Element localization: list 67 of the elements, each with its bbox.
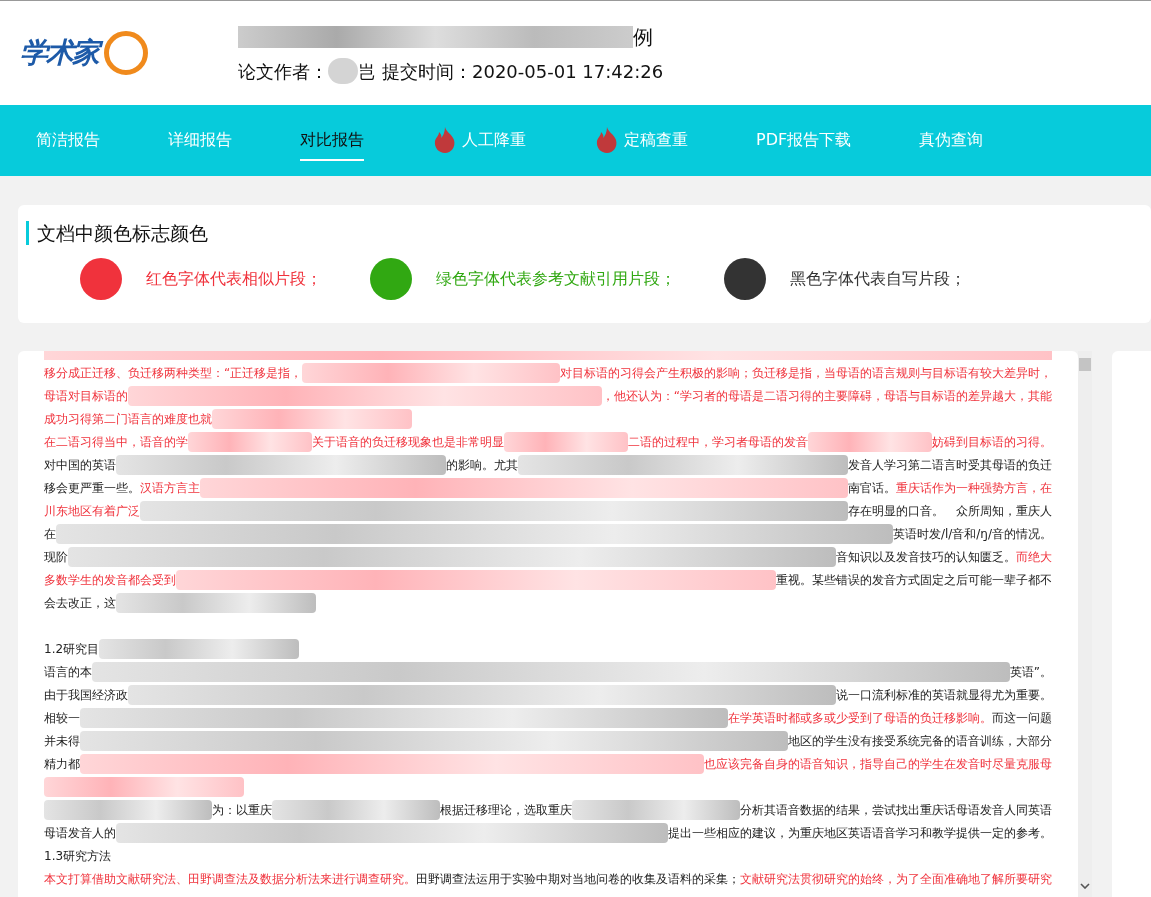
document-text: 分析其语音数据的结果，尝试找出重庆话母语发音人同英语 [740, 801, 1052, 819]
blurred-redaction [328, 58, 358, 84]
document-text: 而绝大 [1016, 548, 1052, 566]
nav-tab[interactable]: 对比报告 [300, 120, 364, 161]
legend-text: 绿色字体代表参考文献引用片段； [436, 267, 676, 290]
document-text: 移分成正迁移、负迁移两种类型：“正迁移是指， [44, 364, 303, 382]
document-text: 南官话。 [848, 479, 896, 497]
document-text: 移会更严重一些。 [44, 479, 140, 497]
legend-text: 黑色字体代表自写片段； [790, 267, 966, 290]
document-text: 并未得 [44, 732, 80, 750]
legend-title: 文档中颜色标志颜色 [37, 221, 208, 246]
document-text: 存在明显的口音。 众所周知，重庆人 [848, 502, 1052, 520]
scroll-down-icon[interactable] [1080, 883, 1090, 889]
document-text: 现阶 [44, 548, 68, 566]
author-name: 岂 [358, 59, 376, 84]
document-text: 田野调查法运用于实验中期对当地问卷的收集及语料的采集； [416, 870, 740, 888]
document-text: 发音人学习第二语言时受其母语的负迁 [848, 456, 1052, 474]
document-text: 妨碍到目标语的习得。 [932, 433, 1052, 451]
document-text: 地区的学生没有接受系统完备的语音训练，大部分 [788, 732, 1052, 750]
nav-tab[interactable]: 真伪查询 [919, 120, 984, 161]
document-text: 对中国的英语 [44, 456, 116, 474]
document-text: 母语发音人的 [44, 824, 116, 842]
document-text: 重视。某些错误的发音方式固定之后可能一辈子都不 [776, 571, 1052, 589]
document-text: 为：以重庆 [212, 801, 272, 819]
document-text: 1.2研究目 [44, 640, 100, 658]
document-text: 母语对目标语的 [44, 387, 128, 405]
document-text: 在二语习得当中，语音的学 [44, 433, 188, 451]
nav-tab[interactable]: PDF报告下载 [756, 120, 852, 161]
document-text: 汉语方言主 [140, 479, 200, 497]
document-text: 也应该完备自身的语音知识，指导自己的学生在发音时尽量克服母 [704, 755, 1052, 773]
document-text: 英语时发/l/音和/ŋ/音的情况。 [892, 525, 1052, 543]
document-text: 提出一些相应的建议，为重庆地区英语语音学习和教学提供一定的参考。 [668, 824, 1052, 842]
scroll-thumb[interactable] [1079, 357, 1091, 371]
scrollbar[interactable] [1078, 351, 1092, 897]
document-text: 本文打算借助文献研究法、田野调查法及数据分析法来进行调查研究。 [44, 870, 416, 888]
logo[interactable]: 学术家 [20, 23, 150, 83]
document-text: 川东地区有着广泛 [44, 502, 140, 520]
document-text: 精力都 [44, 755, 80, 773]
nav-tab[interactable]: 定稿查重 [594, 120, 688, 161]
document-text: 根据迁移理论，选取重庆 [440, 801, 572, 819]
document-text: 音知识以及发音技巧的认知匮乏。 [836, 548, 1016, 566]
document-text: 在学英语时都或多或少受到了母语的负迁移影响。 [728, 709, 992, 727]
document-text: 的影响。尤其 [446, 456, 518, 474]
document-text: 在 [44, 525, 56, 543]
report-title: 例 [633, 23, 653, 51]
document-text: 重庆话作为一种强势方言，在 [896, 479, 1052, 497]
nav-tab[interactable]: 简洁报告 [36, 120, 100, 161]
document-text: 对目标语的习得会产生积极的影响；负迁移是指，当母语的语言规则与目标语有较大差异时， [560, 364, 1052, 382]
document-text: ，他还认为：“学习者的母语是二语习得的主要障碍，母语与目标语的差异越大，其能 [601, 387, 1052, 405]
nav-tab[interactable]: 详细报告 [168, 120, 232, 161]
document-text: 说一口流利标准的英语就显得尤为重要。 [836, 686, 1052, 704]
document-text: 而这一问题 [992, 709, 1052, 727]
document-text: 由于我国经济政 [44, 686, 128, 704]
document-text: 文献研究法贯彻研究的始终，为了全面准确地了解所要研究 [740, 870, 1052, 888]
submit-time: 提交时间：2020-05-01 17:42:26 [382, 59, 664, 84]
author-label: 论文作者： [238, 59, 328, 84]
document-text: 多数学生的发音都会受到 [44, 571, 176, 589]
document-text: 英语”。 [1009, 663, 1052, 681]
document-text: 会去改正，这 [44, 594, 116, 612]
document-text: 关于语音的负迁移现象也是非常明显 [312, 433, 504, 451]
document-text: 语言的本 [44, 663, 92, 681]
document-text: 1.3研究方法 [44, 847, 112, 865]
document-text: 二语的过程中，学习者母语的发音 [628, 433, 808, 451]
document-text: 相较一 [44, 709, 80, 727]
legend-text: 红色字体代表相似片段； [146, 267, 322, 290]
document-text: 成功习得第二门语言的难度也就 [44, 410, 212, 428]
nav-tab[interactable]: 人工降重 [432, 120, 526, 161]
